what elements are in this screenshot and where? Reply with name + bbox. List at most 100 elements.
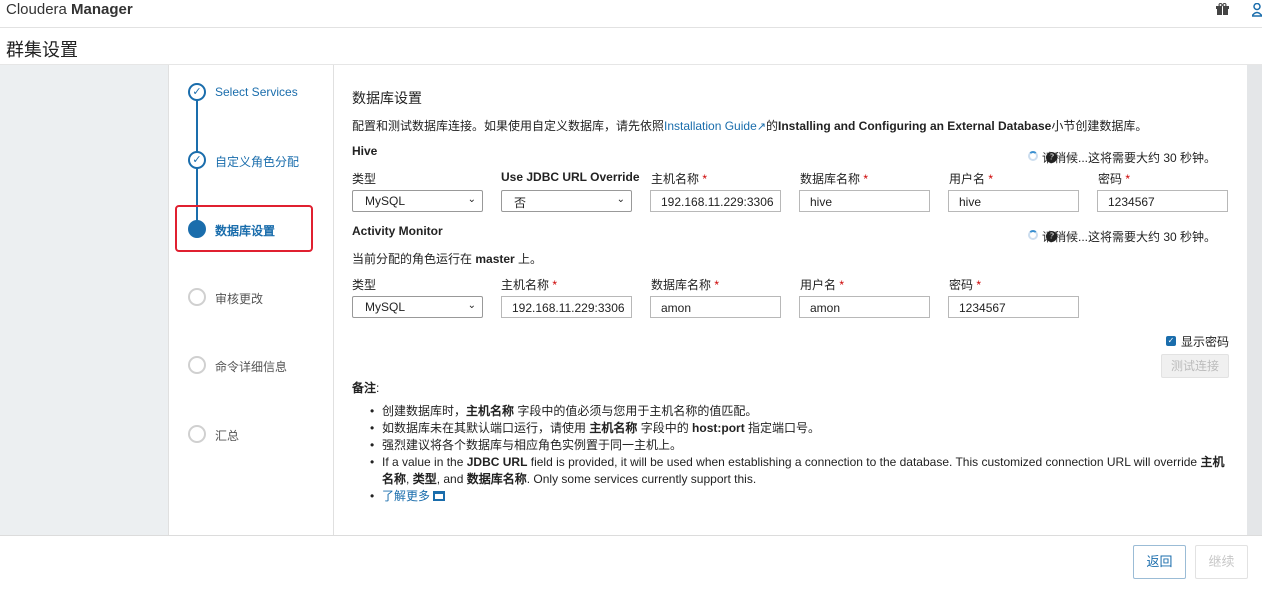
select-value: 否 (514, 196, 527, 210)
note-text: 指定端口号。 (744, 421, 821, 435)
amon-user-input[interactable]: amon (799, 296, 930, 318)
hive-password-label: 密码 * (1098, 170, 1130, 187)
amon-type-select[interactable]: MySQL ⌄ (352, 296, 483, 318)
label-text: Use JDBC URL Override (501, 170, 640, 184)
hive-password-input[interactable]: 1234567 (1097, 190, 1228, 212)
bullet: • (370, 489, 375, 503)
note-bold: host:port (692, 421, 745, 435)
note-bold: 数据库名称 (466, 472, 527, 486)
page-title: 群集设置 (6, 40, 78, 60)
amon-password-label: 密码 * (949, 276, 981, 293)
bullet: • (370, 404, 375, 418)
hive-host-input[interactable]: 192.168.11.229:3306 (650, 190, 781, 212)
bullet: • (370, 455, 375, 469)
note-text: 字段中的 (637, 421, 693, 435)
amon-title: Activity Monitor (352, 224, 443, 238)
note-text: , and (436, 472, 467, 486)
app-logo[interactable]: Cloudera Manager (6, 1, 133, 18)
amon-host-input[interactable]: 192.168.11.229:3306 (501, 296, 632, 318)
label-text: 主机名称 (651, 172, 700, 186)
intro-bold-text: Installing and Configuring an External D… (777, 119, 1052, 133)
step-label: Select Services (215, 85, 298, 99)
main-panel: 数据库设置 配置和测试数据库连接。如果使用自定义数据库，请先依照Installa… (334, 65, 1247, 535)
back-button[interactable]: 返回 (1133, 545, 1186, 579)
note-text: field is provided, it will be used when … (527, 455, 1201, 469)
step-label: 自定义角色分配 (215, 155, 300, 169)
note-text: 如数据库未在其默认端口运行，请使用 (382, 421, 590, 435)
wait-text: 请稍候...这将需要大约 30 秒钟。 (1042, 230, 1217, 244)
pending-step-icon (188, 425, 206, 443)
hive-jdbc-label: Use JDBC URL Override (501, 170, 640, 184)
required-mark: * (863, 172, 869, 186)
hive-type-select[interactable]: MySQL ⌄ (352, 190, 483, 212)
amon-dbname-label: 数据库名称 * (651, 276, 719, 293)
notes-colon: : (376, 381, 380, 395)
label-text: 密码 (1098, 172, 1123, 186)
show-password-label: 显示密码 (1181, 335, 1230, 349)
assign-text: 当前分配的角色运行在 (352, 252, 476, 266)
wizard-steps: ✓ Select Services ✓ 自定义角色分配 数据库设置 审核更改 命… (168, 65, 334, 535)
step-command-details: 命令详细信息 (169, 351, 335, 381)
check-icon: ✓ (188, 83, 206, 101)
hive-user-label: 用户名 * (949, 170, 993, 187)
hive-host-label: 主机名称 * (651, 170, 707, 187)
note-item: • 强烈建议将各个数据库与相应角色实例置于同一主机上。 (370, 437, 1232, 454)
intro-text: 配置和测试数据库连接。如果使用自定义数据库，请先依照Installation G… (352, 117, 1147, 134)
required-mark: * (988, 172, 994, 186)
note-bold: 主机名称 (466, 404, 515, 418)
step-summary: 汇总 (169, 420, 335, 450)
top-bar: Cloudera Manager (0, 0, 1262, 28)
bullet: • (370, 421, 375, 435)
installation-guide-link[interactable]: Installation Guide (664, 119, 757, 133)
intro-text-part: 配置和测试数据库连接。如果使用自定义数据库，请先依照 (352, 119, 665, 133)
hive-wait-status: 请稍候...这将需要大约 30 秒钟。? (1028, 149, 1216, 165)
section-title: 数据库设置 (352, 90, 422, 106)
amon-dbname-input[interactable]: amon (650, 296, 781, 318)
step-role-assignment[interactable]: ✓ 自定义角色分配 (169, 146, 335, 176)
hive-dbname-input[interactable]: hive (799, 190, 930, 212)
label-text: 数据库名称 (800, 172, 861, 186)
amon-password-input[interactable]: 1234567 (948, 296, 1079, 318)
spinner-icon (1028, 230, 1038, 240)
assigned-host: master (475, 252, 515, 266)
test-connection-button[interactable]: 测试连接 (1161, 354, 1229, 378)
continue-button[interactable]: 继续 (1195, 545, 1248, 579)
note-text: . Only some services currently support t… (526, 472, 757, 486)
step-label: 汇总 (215, 429, 240, 443)
required-mark: * (1125, 172, 1131, 186)
label-text: 数据库名称 (651, 278, 712, 292)
notes-title-text: 备注 (352, 381, 377, 395)
label-text: 类型 (352, 172, 377, 186)
label-text: 类型 (352, 278, 377, 292)
intro-text-part: 小节创建数据库。 (1051, 119, 1148, 133)
step-review-changes: 审核更改 (169, 283, 335, 313)
external-window-icon (433, 491, 446, 501)
note-text: 强烈建议将各个数据库与相应角色实例置于同一主机上。 (382, 438, 683, 452)
gift-icon[interactable] (1216, 3, 1229, 19)
hive-title: Hive (352, 144, 378, 158)
learn-more-link[interactable]: 了解更多 (382, 489, 430, 503)
spinner-icon (1028, 151, 1038, 161)
scrollbar-track[interactable] (1247, 65, 1262, 535)
required-mark: * (702, 172, 708, 186)
chevron-down-icon: ⌄ (616, 194, 625, 205)
required-mark: * (839, 278, 845, 292)
show-password-checkbox[interactable]: ✓ (1166, 336, 1176, 346)
hive-jdbc-override-select[interactable]: 否 ⌄ (501, 190, 632, 212)
label-text: 主机名称 (501, 278, 550, 292)
hive-dbname-label: 数据库名称 * (800, 170, 868, 187)
required-mark: * (714, 278, 720, 292)
note-text: If a value in the (382, 455, 467, 469)
note-text: 字段中的值必须与您用于主机名称的值匹配。 (514, 404, 758, 418)
assign-text: 上。 (514, 252, 543, 266)
user-icon[interactable] (1250, 2, 1262, 20)
chevron-down-icon: ⌄ (467, 194, 476, 205)
step-select-services[interactable]: ✓ Select Services (169, 78, 335, 108)
note-item: • 了解更多 (370, 488, 1232, 505)
label-text: 密码 (949, 278, 974, 292)
logo-text-bold: Manager (71, 1, 133, 18)
step-label: 审核更改 (215, 292, 264, 306)
note-item: • 如数据库未在其默认端口运行，请使用 主机名称 字段中的 host:port 指… (370, 420, 1232, 437)
note-item: • If a value in the JDBC URL field is pro… (370, 454, 1234, 488)
hive-user-input[interactable]: hive (948, 190, 1079, 212)
